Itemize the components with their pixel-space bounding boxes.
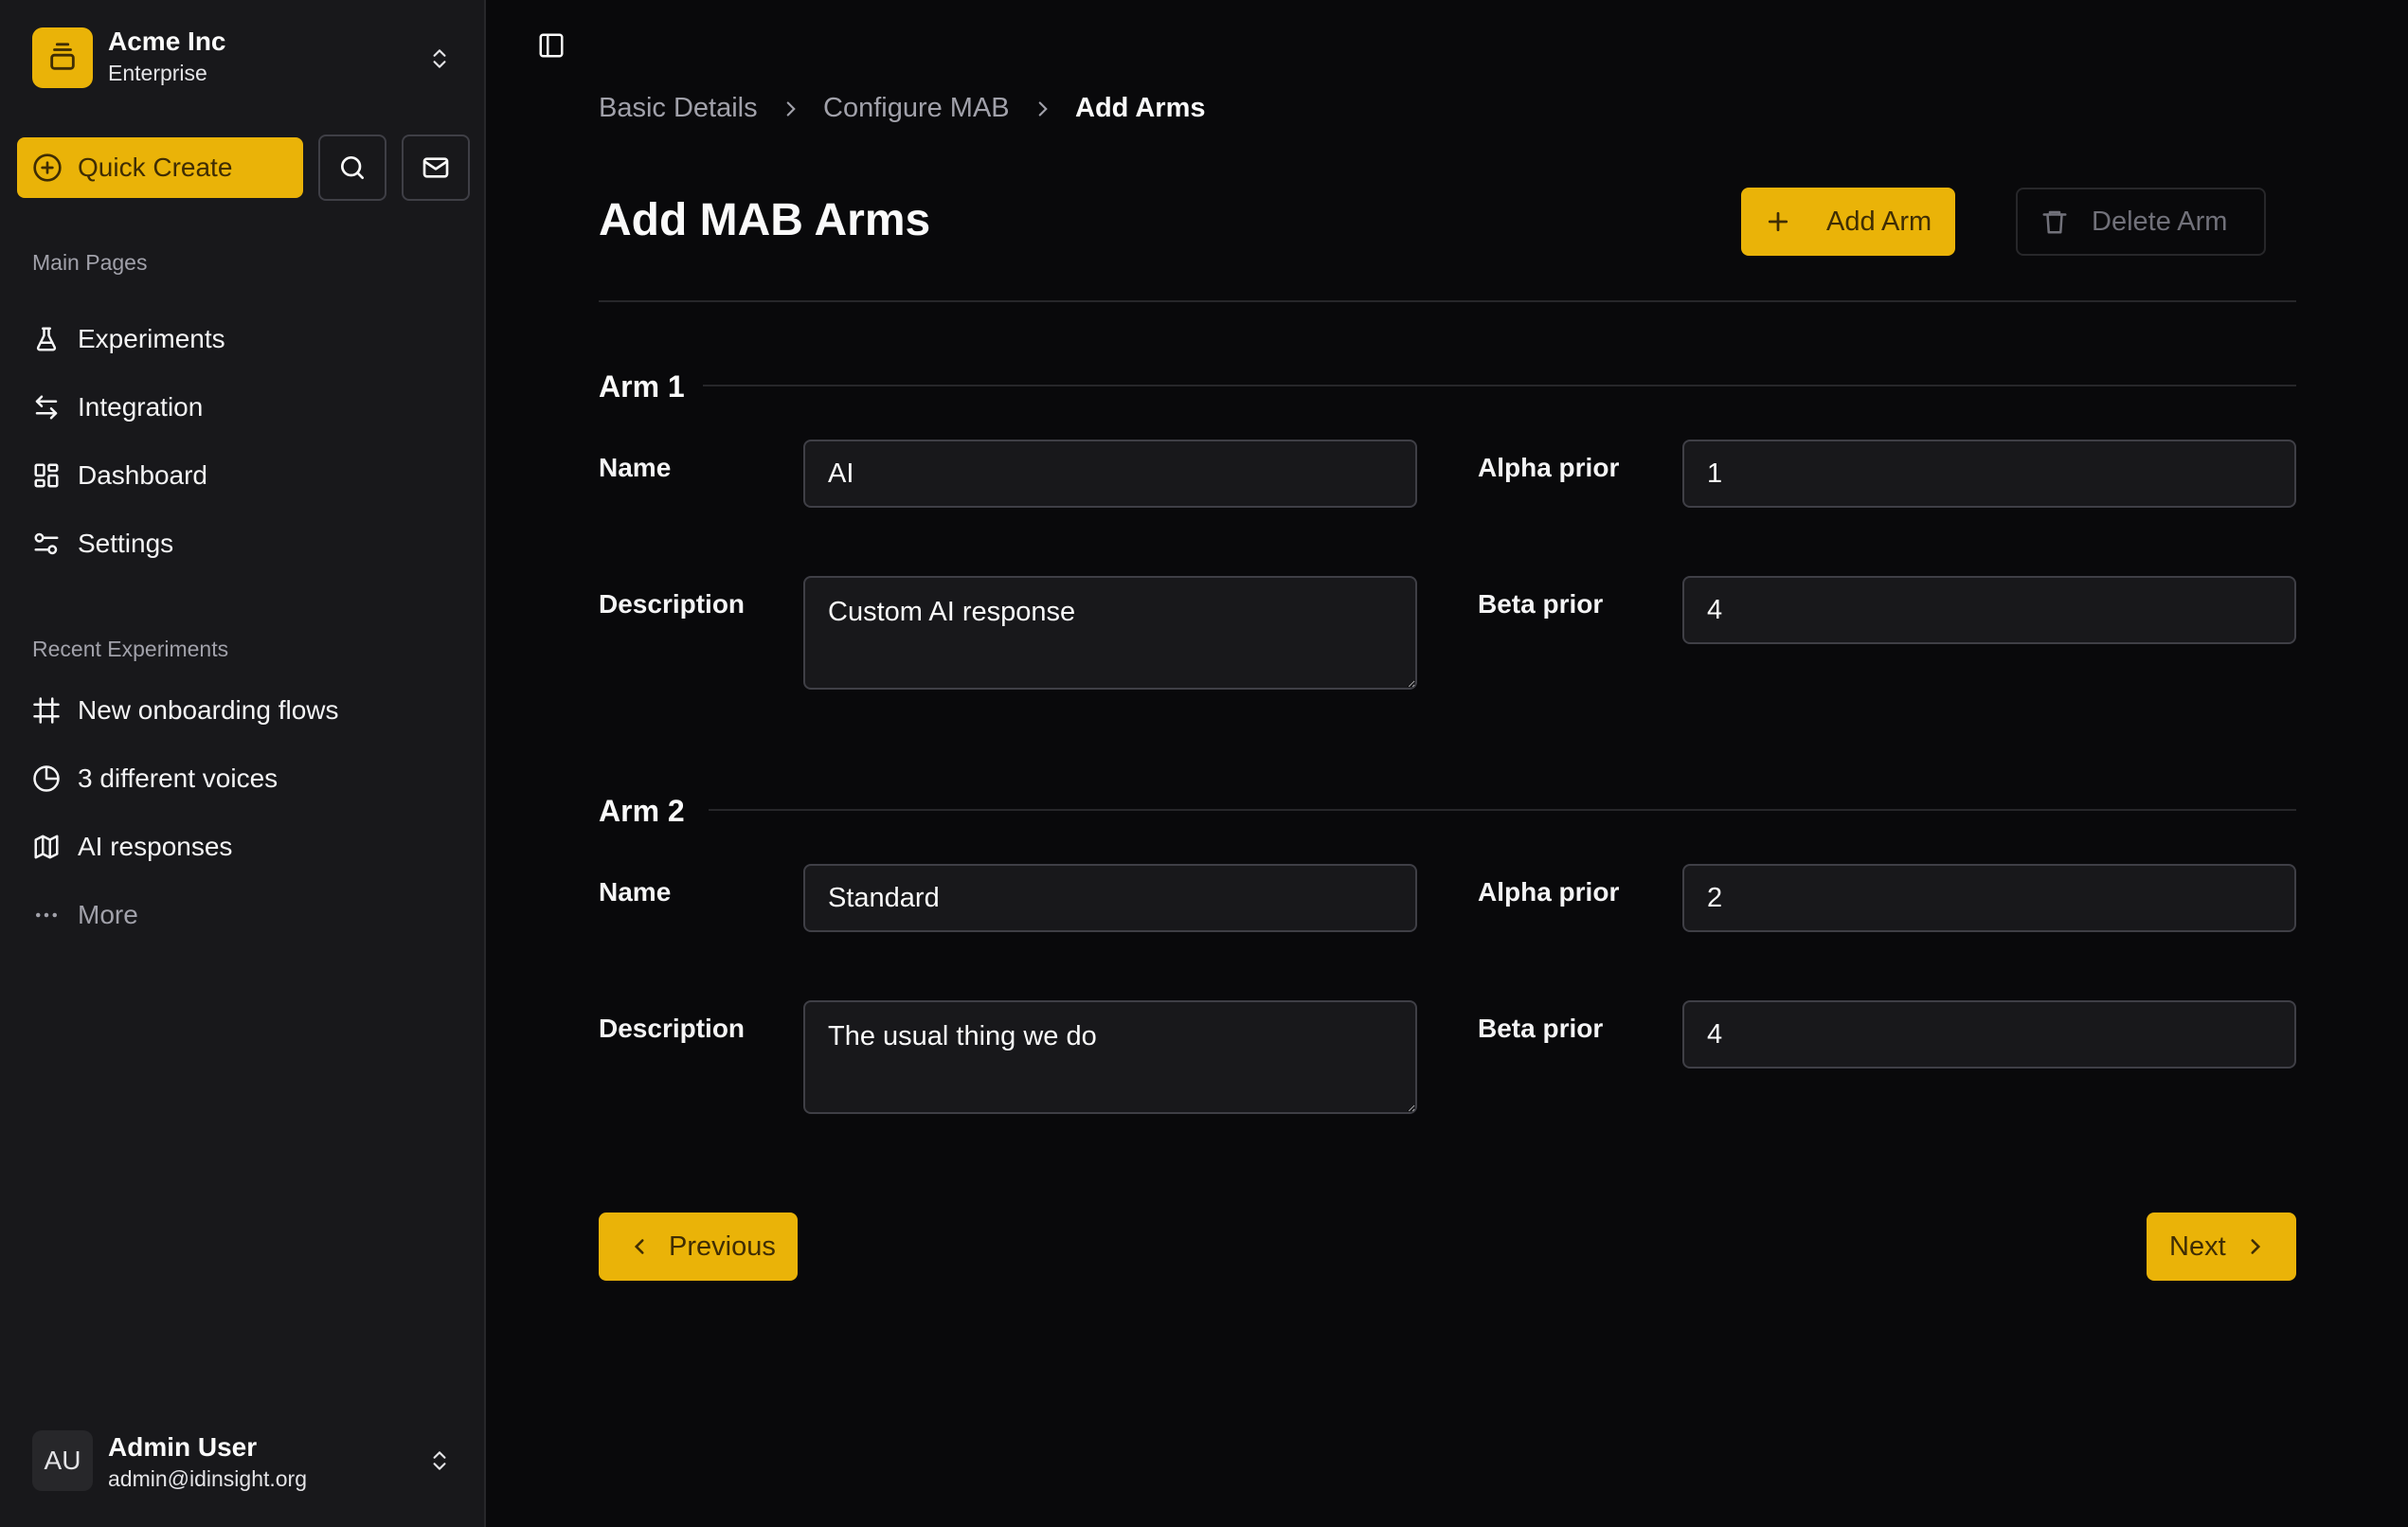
arm-2-description-input[interactable]: The usual thing we do xyxy=(803,1000,1417,1114)
arm-1-name-input[interactable] xyxy=(803,440,1417,508)
search-button[interactable] xyxy=(318,135,386,201)
sliders-icon xyxy=(34,532,59,555)
map-icon xyxy=(34,835,59,859)
arm-2-alpha-label: Alpha prior xyxy=(1478,877,1620,907)
chevron-left-icon xyxy=(634,1239,644,1254)
panel-left-icon xyxy=(539,33,564,58)
recent-more-label: More xyxy=(78,900,138,929)
arm-2-name-label: Name xyxy=(599,877,672,907)
nav-item-label: Settings xyxy=(78,529,174,558)
frame-icon xyxy=(33,697,60,724)
arm-1-name-label: Name xyxy=(599,453,672,482)
org-name: Acme Inc xyxy=(108,27,226,56)
page-title: Add MAB Arms xyxy=(599,195,931,245)
arm-1-divider xyxy=(703,385,2296,386)
sidebar-toggle-button[interactable] xyxy=(532,27,570,64)
recent-item-voices[interactable]: 3 different voices xyxy=(17,750,470,807)
trash-icon xyxy=(2042,210,2067,234)
previous-button[interactable]: Previous xyxy=(599,1213,798,1281)
arm-1-alpha-input[interactable] xyxy=(1682,440,2296,508)
org-plan: Enterprise xyxy=(108,61,207,85)
arm-1-description-label: Description xyxy=(599,589,746,619)
avatar[interactable]: AU xyxy=(32,1430,93,1491)
main-pages-heading: Main Pages xyxy=(32,250,148,275)
arm-1-beta-input[interactable] xyxy=(1682,576,2296,644)
arm-1-description-input[interactable]: Custom AI response xyxy=(803,576,1417,690)
arm-2-name-input[interactable] xyxy=(803,864,1417,932)
plus-icon xyxy=(1768,211,1788,232)
breadcrumb-configure-mab[interactable]: Configure MAB xyxy=(823,93,1010,124)
nav-item-settings[interactable]: Settings xyxy=(17,515,470,572)
inbox-button[interactable] xyxy=(402,135,470,201)
previous-label: Previous xyxy=(669,1231,776,1262)
search-icon xyxy=(341,156,364,179)
add-arm-button[interactable]: Add Arm xyxy=(1741,188,1955,256)
sidebar: Acme Inc Enterprise Quick Create Main Pa… xyxy=(0,0,486,1527)
arm-2-divider xyxy=(709,809,2296,811)
breadcrumb-add-arms: Add Arms xyxy=(1075,93,1206,123)
nav-item-dashboard[interactable]: Dashboard xyxy=(17,447,470,504)
mail-icon xyxy=(422,157,449,178)
user-email: admin@idinsight.org xyxy=(108,1466,308,1491)
title-divider xyxy=(599,300,2296,302)
arm-2-title: Arm 2 xyxy=(599,794,685,828)
breadcrumb-basic-details[interactable]: Basic Details xyxy=(599,93,758,124)
arrows-left-right-icon xyxy=(35,395,58,420)
org-switcher-chevron-icon[interactable] xyxy=(421,40,458,78)
arm-1-alpha-label: Alpha prior xyxy=(1478,453,1620,482)
chevron-right-icon xyxy=(2251,1239,2260,1254)
user-name: Admin User xyxy=(108,1432,258,1462)
breadcrumb-chevron-icon xyxy=(786,101,796,117)
recent-experiments-heading: Recent Experiments xyxy=(32,637,229,661)
arm-2-beta-label: Beta prior xyxy=(1478,1014,1604,1043)
add-arm-label: Add Arm xyxy=(1826,206,1932,237)
recent-more-button[interactable]: More xyxy=(17,887,470,943)
quick-create-label: Quick Create xyxy=(78,153,233,182)
arm-2-beta-input[interactable] xyxy=(1682,1000,2296,1069)
nav-item-label: Integration xyxy=(78,392,204,422)
recent-item-label: AI responses xyxy=(78,832,233,861)
nav-item-experiments[interactable]: Experiments xyxy=(17,311,470,368)
nav-item-integration[interactable]: Integration xyxy=(17,379,470,436)
arm-2-description-label: Description xyxy=(599,1014,746,1043)
delete-arm-button[interactable]: Delete Arm xyxy=(2016,188,2266,256)
delete-arm-label: Delete Arm xyxy=(2092,206,2228,237)
pie-chart-icon xyxy=(33,765,60,792)
more-icon xyxy=(36,912,57,918)
breadcrumb-chevron-icon xyxy=(1038,101,1048,117)
recent-item-onboarding[interactable]: New onboarding flows xyxy=(17,682,470,739)
user-menu-chevron-icon[interactable] xyxy=(421,1442,458,1480)
recent-item-ai-responses[interactable]: AI responses xyxy=(17,818,470,875)
org-logo[interactable] xyxy=(32,27,93,88)
layers-icon xyxy=(50,43,75,70)
recent-item-label: 3 different voices xyxy=(78,764,279,793)
arm-2-alpha-input[interactable] xyxy=(1682,864,2296,932)
plus-circle-icon xyxy=(33,153,62,182)
quick-create-button[interactable]: Quick Create xyxy=(17,137,303,198)
flask-icon xyxy=(36,327,57,351)
dashboard-grid-icon xyxy=(34,463,59,488)
nav-item-label: Experiments xyxy=(78,324,225,353)
nav-item-label: Dashboard xyxy=(78,460,207,490)
recent-item-label: New onboarding flows xyxy=(78,695,339,725)
next-label: Next xyxy=(2169,1231,2226,1262)
next-button[interactable]: Next xyxy=(2147,1213,2296,1281)
arm-1-title: Arm 1 xyxy=(599,369,685,404)
arm-1-beta-label: Beta prior xyxy=(1478,589,1604,619)
